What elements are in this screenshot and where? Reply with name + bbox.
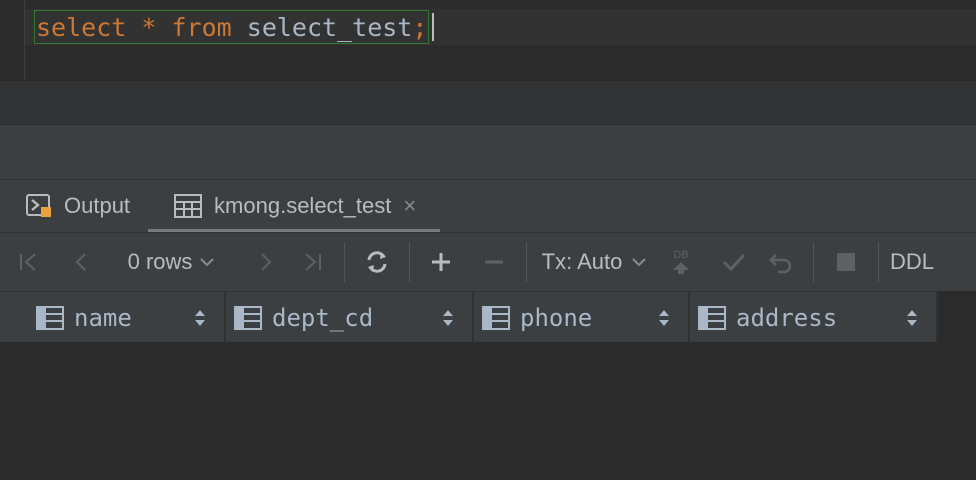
arrow-up-icon [673,261,689,274]
table-icon [174,194,203,218]
column-header-dept-cd[interactable]: dept_cd [226,292,474,343]
column-icon [698,305,726,330]
column-header-address[interactable]: address [690,292,938,343]
column-icon [482,305,510,330]
column-name-label: phone [520,303,593,332]
undo-icon [769,254,792,274]
editor-bottom-area [0,80,976,124]
stop-button[interactable] [814,242,878,282]
column-icon [36,305,64,330]
table-identifier: select_test [246,12,413,42]
text-caret [432,13,435,41]
commit-button[interactable] [709,242,759,282]
page-size-dropdown[interactable]: 0 rows [112,242,232,282]
refresh-button[interactable] [345,242,409,282]
result-grid-body[interactable] [0,342,976,480]
first-page-icon [20,253,36,271]
console-icon [26,194,52,218]
tab-select-test-label: kmong.select_test [214,193,392,218]
panel-divider [0,124,976,179]
chevron-right-icon [261,253,272,271]
chevron-down-icon [200,258,215,267]
db-badge: DB [673,248,689,261]
chevron-down-icon [632,258,647,267]
keyword-from: from [171,12,232,42]
ddl-button[interactable]: DDL [879,242,945,282]
stop-icon [837,253,855,271]
delete-row-button[interactable] [472,242,516,282]
tab-output[interactable]: Output [0,180,148,233]
ddl-label: DDL [889,249,934,274]
statement-highlight: select * from select_test; [34,10,430,44]
sort-icon[interactable] [658,309,670,327]
next-page-button[interactable] [246,242,286,282]
keyword-select: select [36,12,127,42]
semicolon: ; [412,12,428,42]
plus-icon [432,253,450,271]
transaction-mode-dropdown[interactable]: Tx: Auto [527,242,663,282]
column-header-name[interactable]: name [0,292,226,343]
tx-mode-label: Tx: Auto [541,249,623,274]
result-toolbar: 0 rows Tx: Auto DB DDL [0,232,976,291]
first-page-button[interactable] [0,242,58,282]
prev-page-button[interactable] [58,242,104,282]
refresh-icon [367,251,387,273]
close-icon[interactable]: × [403,193,416,219]
commit-db-button[interactable]: DB [663,242,699,282]
minus-icon [485,260,503,264]
add-row-button[interactable] [410,242,472,282]
last-page-button[interactable] [286,242,338,282]
chevron-left-icon [75,253,86,271]
code-line-1[interactable]: select * from select_test; [34,10,435,44]
tab-select-test[interactable]: kmong.select_test × [148,180,441,233]
rows-count-label: 0 rows [127,249,193,274]
star-operator: * [141,12,157,42]
column-name-label: dept_cd [272,303,374,332]
sort-icon[interactable] [194,309,206,327]
sort-icon[interactable] [906,309,918,327]
column-name-label: address [736,303,838,332]
column-name-label: name [74,303,132,332]
tab-output-label: Output [64,193,131,218]
sort-icon[interactable] [442,309,454,327]
services-tab-bar: Output kmong.select_test × [0,179,976,233]
rollback-button[interactable] [759,242,803,282]
last-page-icon [305,253,321,271]
column-header-phone[interactable]: phone [474,292,690,343]
column-icon [234,305,262,330]
result-grid-header: name dept_cd phone address [0,291,938,343]
sql-editor[interactable]: select * from select_test; [0,0,976,80]
checkmark-icon [722,253,746,272]
